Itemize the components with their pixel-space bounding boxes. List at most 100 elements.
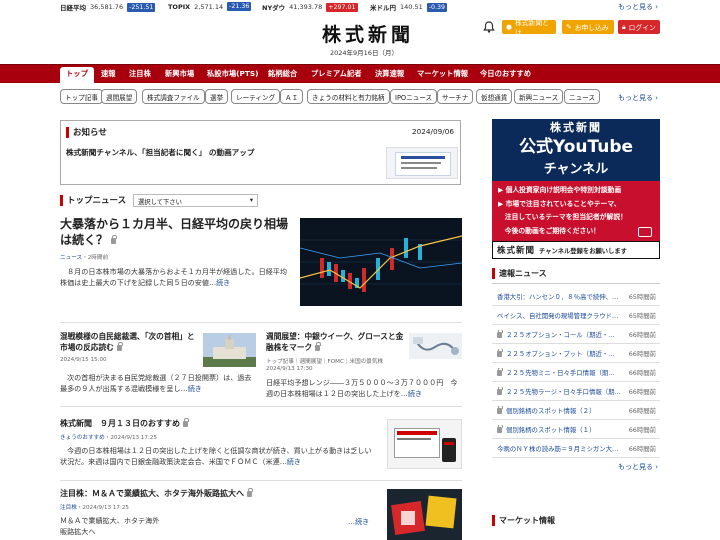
nav-flash[interactable]: 速報 <box>101 69 116 79</box>
article-headline[interactable]: 注目株：Ｍ＆Ａで業績拡大、ホタテ海外販路拡大へ <box>60 487 360 499</box>
flash-news-item[interactable]: ２２５オプション・プット（期近・… 66時間前 <box>492 344 660 363</box>
banner-footer-text: チャンネル登録をお願いします <box>539 247 627 255</box>
flash-news-item[interactable]: 香港大引：ハンセン０．８％高で続伸、… 65時間前 <box>492 287 660 306</box>
ticker-usdjpy[interactable]: 米ドル円 140.51 -0.39 <box>370 2 448 12</box>
read-more-link[interactable]: 続き <box>287 457 301 466</box>
flash-news-item[interactable]: 個別銘柄のスポット情報（１） 66時間前 <box>492 420 660 439</box>
about-button[interactable]: ● 株式新聞とは <box>502 19 556 37</box>
tag-top-articles[interactable]: トップ記事 <box>60 89 103 104</box>
ticker-topix[interactable]: TOPIX 2,571.14 -21.36 <box>168 2 252 11</box>
article-headline[interactable]: 週間展望：中銀ウイーク、グロースと金融株をマーク <box>266 331 406 353</box>
tag-crypto[interactable]: 仮想通貨 <box>476 89 513 104</box>
site-logo[interactable]: 株式新聞 <box>322 20 414 47</box>
read-more-link[interactable]: 続き <box>188 384 202 393</box>
flash-news-item[interactable]: 今晩のＮＹ株の読み筋＝９月ミシガン大… 66時間前 <box>492 439 660 458</box>
ticker-name: 米ドル円 <box>370 4 396 12</box>
nav-top[interactable]: トップ <box>60 67 94 84</box>
login-button[interactable]: 🔒︎ ログイン <box>618 20 660 34</box>
tag-searchina[interactable]: サーチナ <box>437 89 474 104</box>
tag-ipo[interactable]: IPOニュース <box>390 89 438 104</box>
article-tags[interactable]: トップ記事｜週間展望｜FOMC｜米国の景気株 <box>266 357 406 365</box>
flash-news-item[interactable]: ベイシス、自社開発の現場管理クラウド… 65時間前 <box>492 306 660 325</box>
category-select[interactable]: 選択して下さい ▾ <box>133 194 258 207</box>
lock-icon <box>497 348 503 357</box>
ticker-name: TOPIX <box>168 2 191 11</box>
tag-research[interactable]: 株式調査ファイル <box>142 89 205 104</box>
signup-button[interactable]: ✎ お申し込み <box>562 20 614 34</box>
lead-meta: ニュース・2時間前 <box>60 255 109 261</box>
lock-icon <box>183 417 189 427</box>
ticker-nikkei[interactable]: 日経平均 36,581.76 -251.51 <box>60 2 156 12</box>
ticker-value: 36,581.76 <box>90 3 124 11</box>
tag-election[interactable]: 選挙 <box>205 89 229 104</box>
tag-rating[interactable]: レーティング <box>231 89 281 104</box>
tag-weekly[interactable]: 週間展望 <box>101 89 138 104</box>
article-meta: 2024/9/13 17:30 <box>266 366 313 372</box>
banner-footer-logo: 株式新聞 <box>497 246 536 256</box>
article-headline[interactable]: 株式新聞 ９月１３日のおすすめ <box>60 417 360 429</box>
notice-heading: お知らせ <box>66 126 107 138</box>
nav-market[interactable]: マーケット情報 <box>417 69 468 79</box>
banner-point-3: 注目しているテーマを担当記者が解説！ <box>504 213 627 221</box>
article-meta: きょうのおすすめ・2024/9/13 17:25 <box>60 435 157 441</box>
nav-emerging[interactable]: 新興市場 <box>165 69 194 79</box>
article-body: 日経平均予想レンジ――３万５０００～３万７０００円 今週の日本株相場は１２日の突… <box>266 378 458 398</box>
lock-icon: 🔒︎ <box>622 22 626 31</box>
market-ticker: 日経平均 36,581.76 -251.51 TOPIX 2,571.14 -2… <box>0 0 720 14</box>
flash-news-item[interactable]: ２２５先物ラージ・日々手口情報（期… 66時間前 <box>492 382 660 401</box>
info-icon: ● <box>506 23 512 31</box>
banner-point-1: ▶ 個人投資家向け説明会や特別対談動画 <box>498 186 622 194</box>
ticker-change: +297.01 <box>326 2 358 12</box>
ticker-more-link[interactable]: もっと見る › <box>618 2 658 12</box>
flash-news-item[interactable]: ２２５オプション・コール（期近・… 66時間前 <box>492 325 660 344</box>
article-body: Ｍ＆Ａで業績拡大、ホタテ海外販路拡大へ <box>60 516 160 536</box>
flash-news-item[interactable]: 個別銘柄のスポット情報（２） 66時間前 <box>492 401 660 420</box>
read-more-link[interactable]: 続き <box>408 389 422 398</box>
ticker-change: -0.39 <box>426 2 448 12</box>
article-headline[interactable]: 混戦模様の自民総裁選、「次の首相」と市場の反応読む <box>60 331 200 353</box>
main-nav: トップ 速報 注目株 新興市場 私設市場(PTS) 銘柄総合 プレミアム記者 決… <box>0 64 720 84</box>
lead-headline[interactable]: 大暴落から１カ月半、日経平均の戻り相場は続く？ <box>60 216 290 248</box>
read-more-link[interactable]: …続き <box>348 516 369 527</box>
header-date: 2024年9月16日（月） <box>330 49 398 57</box>
lock-icon <box>497 367 503 376</box>
flash-more-link[interactable]: もっと見る › <box>618 462 658 472</box>
pencil-icon: ✎ <box>566 23 572 31</box>
ticker-value: 41,393.78 <box>289 3 323 11</box>
flash-news-item[interactable]: ２２５先物ミニ・日々手口情報（期… 66時間前 <box>492 363 660 382</box>
chevron-down-icon: ▾ <box>249 197 253 204</box>
divider <box>492 283 660 284</box>
divider <box>60 406 462 407</box>
article-thumbnail-featured[interactable] <box>387 489 462 540</box>
nav-premium[interactable]: プレミアム記者 <box>311 69 362 79</box>
notice-link[interactable]: 株式新聞チャンネル、「担当記者に聞く」 の動画アップ <box>66 147 366 158</box>
nav-stocks[interactable]: 銘柄総合 <box>268 69 297 79</box>
lead-body: ８月の日本株市場の大暴落からおよそ１カ月半が経過した。日経平均株価は史上最大の下… <box>60 267 287 287</box>
lead-image[interactable] <box>300 218 462 306</box>
ticker-nydow[interactable]: NYダウ 41,393.78 +297.01 <box>262 2 358 12</box>
tag-news[interactable]: ニュース <box>564 89 601 104</box>
tag-ai[interactable]: ＡＩ <box>280 89 304 104</box>
nav-earnings[interactable]: 決算速報 <box>375 69 404 79</box>
lock-icon <box>497 386 503 395</box>
nav-featured[interactable]: 注目株 <box>129 69 151 79</box>
read-more-link[interactable]: 続き <box>216 278 230 287</box>
tags-more-link[interactable]: もっと見る › <box>618 93 658 103</box>
tag-emerging-news[interactable]: 新興ニュース <box>514 89 564 104</box>
lock-icon <box>315 342 322 351</box>
article-body: 今週の日本株相場は１２日の突出した上げを除くと低調な商状が続き、買い上がる動きは… <box>60 446 372 466</box>
nav-pts[interactable]: 私設市場(PTS) <box>207 69 258 79</box>
nav-recommend[interactable]: 今日のおすすめ <box>480 69 531 79</box>
divider <box>60 322 462 323</box>
article-thumbnail-stethoscope[interactable] <box>409 333 462 359</box>
banner-logo: 株式新聞 <box>550 121 602 134</box>
bell-icon[interactable] <box>482 20 496 34</box>
topnews-heading: トップニュース <box>60 194 126 206</box>
youtube-banner[interactable]: 株式新聞 公式YouTube チャンネル ▶ 個人投資家向け説明会や特別対談動画… <box>492 119 660 259</box>
article-thumbnail-screens[interactable] <box>387 419 462 469</box>
article-thumbnail-diet[interactable] <box>203 333 256 367</box>
tag-materials[interactable]: きょうの材料と有力銘柄 <box>307 89 390 104</box>
notice-box: お知らせ 2024/09/06 株式新聞チャンネル、「担当記者に聞く」 の動画ア… <box>60 120 461 185</box>
notice-thumbnail[interactable] <box>386 147 458 179</box>
lock-icon <box>497 329 503 338</box>
